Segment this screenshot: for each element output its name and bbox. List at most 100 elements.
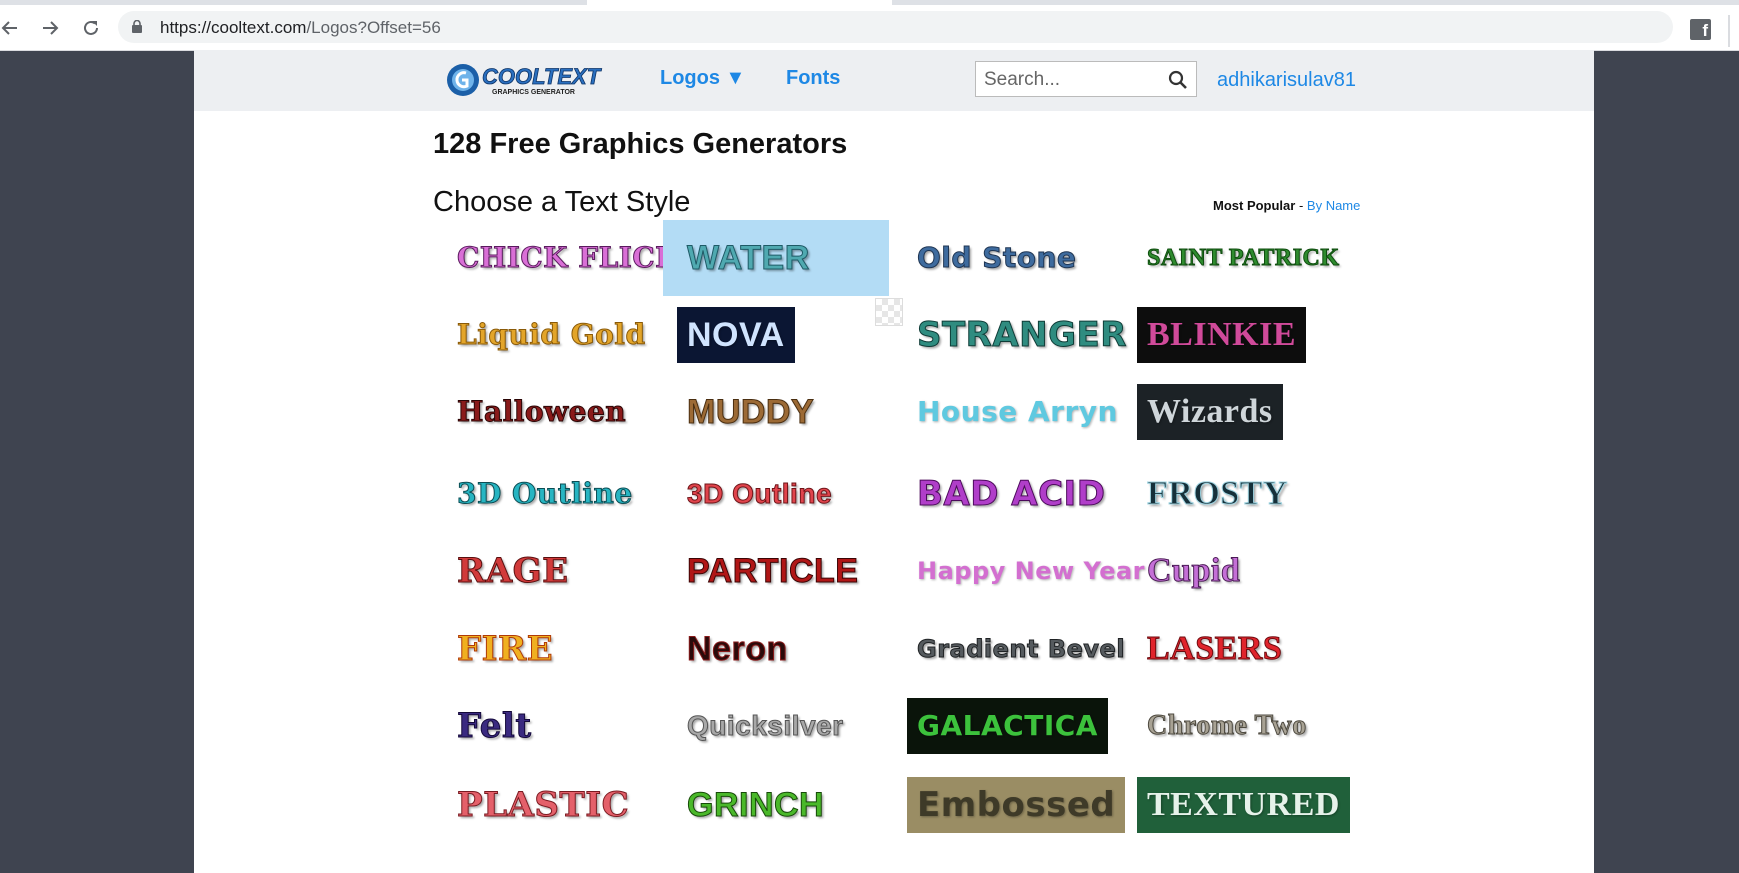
text-style-tile[interactable]: WATER <box>663 220 889 296</box>
address-bar[interactable]: https://cooltext.com/Logos?Offset=56 ☆ <box>118 11 1673 43</box>
text-style-tile[interactable]: Cupid <box>1123 533 1349 609</box>
text-style-preview: Happy New Year <box>907 551 1155 591</box>
text-style-preview: 3D Outline <box>677 472 842 516</box>
search-icon[interactable] <box>1168 70 1188 90</box>
section-heading: Choose a Text Style <box>433 186 691 218</box>
text-style-preview: Gradient Bevel <box>907 629 1135 669</box>
text-style-preview: PARTICLE <box>677 546 868 596</box>
text-style-tile[interactable]: PLASTIC <box>433 767 659 843</box>
text-style-label: GRINCH <box>686 786 825 824</box>
text-style-tile[interactable]: Old Stone <box>893 220 1119 296</box>
nav-fonts-link[interactable]: Fonts <box>786 67 840 90</box>
text-style-tile[interactable]: LASERS <box>1123 611 1349 687</box>
text-style-tile[interactable]: GALACTICA <box>893 688 1119 764</box>
text-style-tile[interactable]: GRINCH <box>663 767 889 843</box>
text-style-tile[interactable]: FROSTY <box>1123 456 1349 532</box>
text-style-label: LASERS <box>1146 630 1283 667</box>
text-style-tile[interactable]: House Arryn <box>893 374 1119 450</box>
text-style-label: 3D Outline <box>457 477 633 510</box>
text-style-preview: MUDDY <box>677 387 824 437</box>
text-style-tile[interactable]: Felt <box>433 688 659 764</box>
toolbar-divider <box>1728 15 1730 47</box>
text-style-preview: TEXTURED <box>1137 777 1350 833</box>
sort-separator: - <box>1295 198 1307 213</box>
text-style-label: Old Stone <box>916 241 1077 274</box>
text-style-tile[interactable]: TEXTURED <box>1123 767 1350 843</box>
text-style-preview: Halloween <box>447 390 636 434</box>
cooltext-logo[interactable]: COOLTEXT GRAPHICS GENERATOR <box>446 60 618 100</box>
logo-tagline: GRAPHICS GENERATOR <box>492 89 575 96</box>
text-style-preview: PLASTIC <box>447 780 639 830</box>
text-style-tile[interactable]: Liquid Gold <box>433 297 659 373</box>
text-style-tile[interactable]: BLINKIE <box>1123 297 1349 373</box>
user-account-link[interactable]: adhikarisulav81 <box>1217 69 1356 92</box>
text-style-label: BAD ACID <box>916 474 1106 514</box>
text-style-tile[interactable]: FIRE <box>433 611 659 687</box>
text-style-tile[interactable]: Wizards <box>1123 374 1349 450</box>
sort-most-popular: Most Popular <box>1213 198 1296 213</box>
page-container: COOLTEXT GRAPHICS GENERATOR Logos ▼ Font… <box>194 50 1594 873</box>
text-style-tile[interactable]: NOVA <box>663 297 889 373</box>
sort-options: Most Popular - By Name <box>1213 198 1360 213</box>
text-style-tile[interactable]: PARTICLE <box>663 533 889 609</box>
text-style-tile[interactable]: CHICK FLICK <box>433 220 681 296</box>
text-style-label: Embossed <box>917 785 1116 825</box>
text-style-tile[interactable]: 3D Outline <box>433 456 659 532</box>
text-style-preview: House Arryn <box>907 390 1128 434</box>
text-style-tile[interactable]: SAINT PATRICK <box>1123 220 1349 296</box>
text-style-preview: FIRE <box>447 624 563 674</box>
site-header: COOLTEXT GRAPHICS GENERATOR Logos ▼ Font… <box>194 50 1594 111</box>
text-style-tile[interactable]: Gradient Bevel <box>893 611 1125 687</box>
text-style-preview: Liquid Gold <box>447 313 656 357</box>
reload-icon[interactable] <box>77 14 105 42</box>
text-style-preview: RAGE <box>447 546 579 596</box>
text-style-label: FROSTY <box>1147 475 1288 512</box>
text-style-preview: Wizards <box>1137 384 1283 440</box>
text-style-preview: BAD ACID <box>907 469 1115 519</box>
url-path: /Logos?Offset=56 <box>306 18 441 37</box>
url-host: https://cooltext.com <box>160 18 307 37</box>
text-style-preview: GALACTICA <box>907 698 1108 754</box>
text-style-label: PLASTIC <box>456 785 630 825</box>
text-style-preview: Felt <box>447 701 542 751</box>
text-style-preview: 3D Outline <box>447 472 643 516</box>
sort-by-name-link[interactable]: By Name <box>1307 198 1360 213</box>
text-style-label: Quicksilver <box>686 710 844 741</box>
text-style-preview: GRINCH <box>677 780 834 830</box>
text-style-preview: Embossed <box>907 777 1126 833</box>
text-style-preview: Quicksilver <box>677 704 853 748</box>
text-style-label: GALACTICA <box>917 709 1098 742</box>
text-style-label: Liquid Gold <box>457 318 646 351</box>
text-style-tile[interactable]: Chrome Two <box>1123 688 1349 764</box>
text-style-preview: LASERS <box>1137 624 1292 674</box>
transparency-preview-icon <box>875 298 903 326</box>
text-style-label: Halloween <box>456 395 627 428</box>
nav-logos-dropdown[interactable]: Logos ▼ <box>660 67 745 90</box>
search-input[interactable] <box>982 68 1166 92</box>
text-style-preview: FROSTY <box>1137 469 1298 519</box>
text-style-preview: Chrome Two <box>1137 704 1317 748</box>
text-style-tile[interactable]: Halloween <box>433 374 659 450</box>
text-style-tile[interactable]: MUDDY <box>663 374 889 450</box>
forward-icon[interactable] <box>36 14 64 42</box>
text-style-tile[interactable]: Neron <box>663 611 889 687</box>
text-style-preview: BLINKIE <box>1137 307 1306 363</box>
text-style-label: RAGE <box>457 551 569 591</box>
text-style-preview: STRANGER <box>907 310 1137 360</box>
text-style-tile[interactable]: BAD ACID <box>893 456 1119 532</box>
text-style-tile[interactable]: RAGE <box>433 533 659 609</box>
text-style-label: Neron <box>687 630 788 668</box>
text-style-label: MUDDY <box>686 393 815 431</box>
back-icon[interactable] <box>0 14 24 42</box>
facebook-extension-icon[interactable]: f <box>1690 19 1711 40</box>
text-style-label: Happy New Year <box>917 557 1146 585</box>
text-style-tile[interactable]: Quicksilver <box>663 688 889 764</box>
text-style-label: CHICK FLICK <box>457 241 681 274</box>
text-style-tile[interactable]: STRANGER <box>893 297 1127 373</box>
text-style-preview: Cupid <box>1137 546 1250 596</box>
text-style-tile[interactable]: Embossed <box>893 767 1126 843</box>
text-style-tile[interactable]: Happy New Year <box>893 533 1145 609</box>
text-style-tile[interactable]: 3D Outline <box>663 456 889 532</box>
text-style-label: STRANGER <box>917 315 1127 355</box>
text-style-preview: SAINT PATRICK <box>1137 238 1350 278</box>
